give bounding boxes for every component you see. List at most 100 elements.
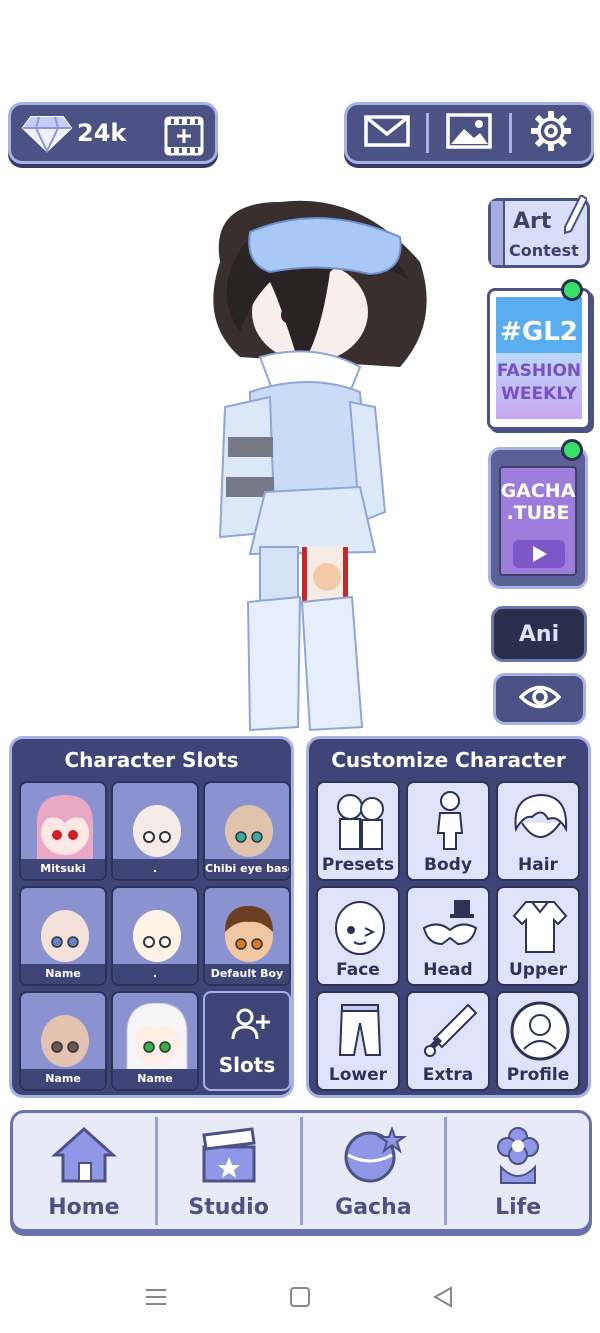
hair-label: Hair xyxy=(518,855,558,875)
character-slot[interactable]: Chibi eye base xyxy=(203,781,291,881)
character-model[interactable] xyxy=(190,192,450,740)
profile-icon xyxy=(508,999,572,1067)
body-label: Body xyxy=(424,855,472,875)
slot-name: Name xyxy=(21,964,105,984)
currency-bar[interactable]: 24k xyxy=(8,102,218,164)
nav-home-label: Home xyxy=(48,1195,120,1220)
visibility-toggle[interactable] xyxy=(493,673,586,725)
notebook-strip xyxy=(491,201,505,265)
gacha-orb-icon xyxy=(338,1125,408,1189)
pencil-icon xyxy=(563,193,589,239)
flower-icon xyxy=(483,1125,553,1189)
presets-icon xyxy=(328,789,392,857)
mail-icon xyxy=(363,114,410,152)
menu-icon[interactable] xyxy=(145,1286,167,1312)
gallery-button[interactable] xyxy=(429,105,508,161)
slot-name: Default Boy xyxy=(205,964,289,984)
nav-studio-label: Studio xyxy=(188,1195,269,1220)
film-plus-icon[interactable] xyxy=(163,115,205,161)
play-icon xyxy=(513,540,565,568)
house-icon xyxy=(49,1125,119,1189)
body-icon xyxy=(418,789,482,857)
character-slot[interactable]: . xyxy=(111,781,199,881)
lower-label: Lower xyxy=(328,1065,388,1085)
tools-bar xyxy=(344,102,594,164)
fashion-weekly-button[interactable]: #GL2 FASHION WEEKLY xyxy=(487,288,591,430)
character-slot[interactable]: Name xyxy=(19,886,107,986)
slot-name: . xyxy=(113,964,197,984)
notification-dot xyxy=(561,439,583,461)
ani-button[interactable]: Ani xyxy=(491,606,587,662)
hair-button[interactable]: Hair xyxy=(496,781,580,881)
character-slot[interactable]: Name xyxy=(19,991,107,1091)
character-slots-title: Character Slots xyxy=(64,748,239,772)
settings-button[interactable] xyxy=(512,105,591,161)
gachatube-button[interactable]: GACHA .TUBE xyxy=(488,447,588,589)
add-slots-label: Slots xyxy=(218,1053,276,1077)
slot-avatar xyxy=(125,898,189,972)
character-slot[interactable]: Mitsuki xyxy=(19,781,107,881)
nav-life-label: Life xyxy=(495,1195,542,1220)
character-slots-panel: Character Slots Mitsuki . Chibi eye base… xyxy=(9,736,294,1098)
character-slot[interactable]: . xyxy=(111,886,199,986)
presets-button[interactable]: Presets xyxy=(316,781,400,881)
upper-button[interactable]: Upper xyxy=(496,886,580,986)
bottom-nav: Home Studio Gacha Life xyxy=(10,1110,592,1232)
lower-button[interactable]: Lower xyxy=(316,991,400,1091)
fashion-line1: FASHION xyxy=(496,361,582,381)
nav-gacha[interactable]: Gacha xyxy=(303,1113,445,1229)
head-button[interactable]: Head xyxy=(406,886,490,986)
fashion-tag: #GL2 xyxy=(500,317,578,347)
hair-icon xyxy=(508,789,572,857)
slot-name: Name xyxy=(113,1069,197,1089)
art-contest-line1: Art xyxy=(513,209,552,234)
slot-avatar xyxy=(125,793,189,867)
gachatube-line2: .TUBE xyxy=(506,502,570,524)
extra-label: Extra xyxy=(422,1065,474,1085)
face-label: Face xyxy=(336,960,380,980)
slot-name: Chibi eye base xyxy=(205,859,289,879)
presets-label: Presets xyxy=(321,855,395,875)
slot-name: Name xyxy=(21,1069,105,1089)
character-slot[interactable]: Name xyxy=(111,991,199,1091)
face-icon xyxy=(328,894,392,962)
eye-icon xyxy=(518,684,561,714)
extra-button[interactable]: Extra xyxy=(406,991,490,1091)
back-triangle-icon[interactable] xyxy=(432,1286,454,1312)
art-contest-line2: Contest xyxy=(509,241,579,260)
slot-avatar xyxy=(125,1002,189,1077)
home-square-icon[interactable] xyxy=(289,1286,311,1312)
nav-life[interactable]: Life xyxy=(447,1113,589,1229)
system-nav-bar xyxy=(0,1270,600,1330)
upper-label: Upper xyxy=(508,960,568,980)
extra-sword-icon xyxy=(418,999,482,1067)
nav-gacha-label: Gacha xyxy=(335,1195,412,1220)
clapperboard-icon xyxy=(194,1125,264,1189)
head-label: Head xyxy=(423,960,473,980)
profile-button[interactable]: Profile xyxy=(496,991,580,1091)
fashion-line2: WEEKLY xyxy=(501,384,577,404)
art-contest-button[interactable]: Art Contest xyxy=(488,193,590,268)
slot-name: . xyxy=(113,859,197,879)
add-slots-button[interactable]: Slots xyxy=(203,991,291,1091)
slot-avatar xyxy=(33,793,97,867)
add-user-icon xyxy=(231,1007,271,1045)
gallery-icon xyxy=(446,113,492,153)
customize-character-panel: Customize Character Presets Body Hair Fa… xyxy=(306,736,591,1098)
character-slot[interactable]: Default Boy xyxy=(203,886,291,986)
notification-dot xyxy=(561,279,583,301)
ani-label: Ani xyxy=(518,621,560,647)
lower-clothing-icon xyxy=(328,999,392,1067)
body-button[interactable]: Body xyxy=(406,781,490,881)
nav-home[interactable]: Home xyxy=(13,1113,155,1229)
settings-gear-icon xyxy=(530,110,572,156)
profile-label: Profile xyxy=(506,1065,570,1085)
mail-button[interactable] xyxy=(347,105,426,161)
slot-avatar xyxy=(217,793,281,867)
nav-studio[interactable]: Studio xyxy=(158,1113,300,1229)
head-accessory-icon xyxy=(418,894,482,962)
face-button[interactable]: Face xyxy=(316,886,400,986)
gem-count: 24k xyxy=(77,119,127,147)
diamond-icon xyxy=(21,115,73,157)
customize-character-title: Customize Character xyxy=(331,748,566,772)
